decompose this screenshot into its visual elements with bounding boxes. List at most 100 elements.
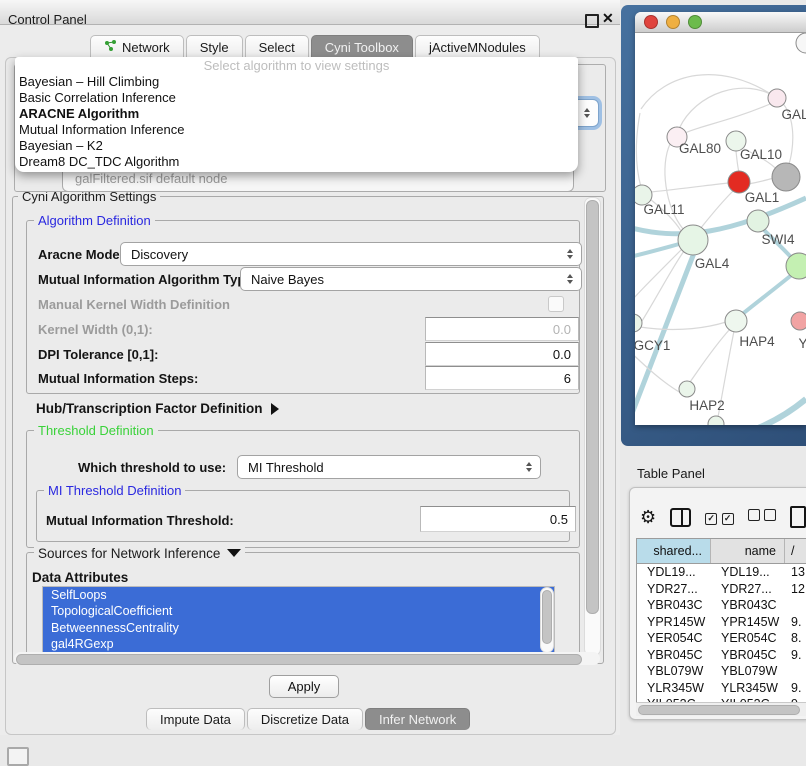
table-hscrollbar[interactable] (636, 702, 806, 716)
minimize-traffic-light-icon[interactable] (666, 15, 680, 29)
tab-select[interactable]: Select (245, 35, 309, 58)
tab-jactivemnodules[interactable]: jActiveMNodules (415, 35, 540, 58)
node-salmon[interactable] (791, 312, 806, 330)
node-topright[interactable] (796, 33, 806, 53)
deselect-all-icon[interactable] (748, 508, 776, 526)
table-cell[interactable]: YBR045C (637, 648, 711, 662)
network-edge[interactable] (729, 399, 806, 425)
network-edge[interactable] (690, 329, 730, 382)
table-cell[interactable]: YER054C (637, 631, 711, 645)
apply-button[interactable]: Apply (269, 675, 339, 698)
network-edge[interactable] (651, 183, 728, 192)
algorithm-option[interactable]: Basic Correlation Inference (15, 90, 578, 106)
network-edge[interactable] (740, 273, 794, 316)
gear-icon[interactable]: ⚙ (640, 508, 656, 526)
table-row[interactable]: YDL19...YDL19...13 (637, 564, 806, 581)
table-cell[interactable]: 13 (785, 565, 806, 579)
table-cell[interactable]: YBL079W (637, 664, 711, 678)
network-window-titlebar[interactable] (635, 12, 806, 33)
algorithm-option[interactable]: ARACNE Algorithm (15, 106, 578, 122)
table-cell[interactable]: YDR27... (637, 582, 711, 596)
network-edge[interactable] (636, 113, 641, 187)
attr-list-scrollbar[interactable] (540, 587, 554, 653)
network-edge[interactable] (685, 104, 770, 133)
attribute-item[interactable]: BetweennessCentrality (43, 620, 554, 636)
zoom-traffic-light-icon[interactable] (688, 15, 702, 29)
kernel-width-field[interactable]: 0.0 (425, 317, 579, 341)
document-icon[interactable] (790, 506, 806, 528)
network-canvas[interactable]: GALGAL80GAL10GAL1GAL11SWI4GAL4GCY1HAP4YH… (635, 33, 806, 425)
manual-kernel-checkbox[interactable] (548, 296, 564, 312)
node-hap2[interactable] (679, 381, 695, 397)
tab-impute-data[interactable]: Impute Data (146, 708, 245, 730)
table-row[interactable]: YBR043CYBR043C (637, 597, 806, 614)
mi-threshold-field[interactable]: 0.5 (420, 506, 576, 532)
network-edge[interactable] (679, 88, 777, 129)
hub-factor-expander[interactable]: Hub/Transcription Factor Definition (36, 400, 279, 418)
network-edge[interactable] (748, 178, 774, 184)
close-icon[interactable]: ✕ (602, 10, 614, 27)
table-cell[interactable]: YLR345W (711, 681, 785, 695)
node-gal4[interactable] (678, 225, 708, 255)
mi-steps-field[interactable]: 6 (425, 366, 579, 390)
tab-network[interactable]: Network (90, 35, 184, 58)
table-cell[interactable]: YER054C (711, 631, 785, 645)
attribute-item[interactable]: TopologicalCoefficient (43, 603, 554, 619)
aracne-mode-combo[interactable]: Discovery (120, 242, 582, 266)
node-bottom[interactable] (708, 416, 724, 425)
float-window-icon[interactable] (585, 14, 599, 28)
table-cell[interactable]: YDL19... (711, 565, 785, 579)
table-row[interactable]: YER054CYER054C8. (637, 630, 806, 647)
table-row[interactable]: YBL079WYBL079W (637, 663, 806, 680)
table-header-row[interactable]: shared...name/ (637, 539, 806, 564)
network-edge[interactable] (736, 151, 739, 172)
sources-expander[interactable]: Sources for Network Inference (34, 545, 245, 563)
tab-style[interactable]: Style (186, 35, 243, 58)
network-edge[interactable] (640, 322, 726, 330)
settings-hscrollbar[interactable] (14, 652, 600, 665)
columns-icon[interactable] (670, 508, 691, 527)
network-edge[interactable] (700, 191, 733, 229)
attribute-item[interactable]: gal4RGexp (43, 636, 554, 652)
column-header[interactable]: / (785, 539, 806, 563)
table-cell[interactable]: 9. (785, 681, 806, 695)
network-edge[interactable] (635, 243, 683, 259)
network-edge[interactable] (637, 251, 684, 329)
algorithm-option[interactable]: Dream8 DC_TDC Algorithm (15, 154, 578, 170)
table-cell[interactable]: YPR145W (637, 615, 711, 629)
table-cell[interactable]: YDL19... (637, 565, 711, 579)
node-gray[interactable] (772, 163, 800, 191)
algorithm-option[interactable]: Mutual Information Inference (15, 122, 578, 138)
table-row[interactable]: YDR27...YDR27...12 (637, 581, 806, 598)
table-cell[interactable]: YBR043C (637, 598, 711, 612)
table-cell[interactable]: YPR145W (711, 615, 785, 629)
column-header[interactable]: shared... (637, 539, 711, 563)
node-hap4[interactable] (725, 310, 747, 332)
tab-infer-network[interactable]: Infer Network (365, 708, 470, 730)
table-cell[interactable]: 9. (785, 615, 806, 629)
docked-panel-icon[interactable] (7, 747, 29, 766)
column-header[interactable]: name (711, 539, 785, 563)
algorithm-option[interactable]: Bayesian – Hill Climbing (15, 74, 578, 90)
network-window[interactable]: GALGAL80GAL10GAL1GAL11SWI4GAL4GCY1HAP4YH… (635, 12, 806, 425)
tab-discretize-data[interactable]: Discretize Data (247, 708, 363, 730)
table-cell[interactable]: YBR045C (711, 648, 785, 662)
node-swi4[interactable] (747, 210, 769, 232)
table-cell[interactable]: 9. (785, 648, 806, 662)
table-row[interactable]: YPR145WYPR145W9. (637, 614, 806, 631)
node-pink-top[interactable] (768, 89, 786, 107)
node-gcy1[interactable] (635, 314, 642, 332)
table-cell[interactable]: YBR043C (711, 598, 785, 612)
table-cell[interactable]: YBL079W (711, 664, 785, 678)
table-cell[interactable]: 8. (785, 631, 806, 645)
tab-cyni-toolbox[interactable]: Cyni Toolbox (311, 35, 413, 58)
table-cell[interactable]: YDR27... (711, 582, 785, 596)
control-panel-titlebar[interactable]: Control Panel ✕ (0, 0, 620, 25)
select-all-icon[interactable]: ✓ ✓ (705, 508, 733, 526)
attribute-item[interactable]: SelfLoops (43, 587, 554, 603)
algorithm-option[interactable]: Bayesian – K2 (15, 138, 578, 154)
data-attributes-list[interactable]: SelfLoopsTopologicalCoefficientBetweenne… (42, 586, 555, 654)
node-table[interactable]: shared...name/ YDL19...YDL19...13YDR27..… (636, 538, 806, 703)
table-cell[interactable]: 12 (785, 582, 806, 596)
close-traffic-light-icon[interactable] (644, 15, 658, 29)
